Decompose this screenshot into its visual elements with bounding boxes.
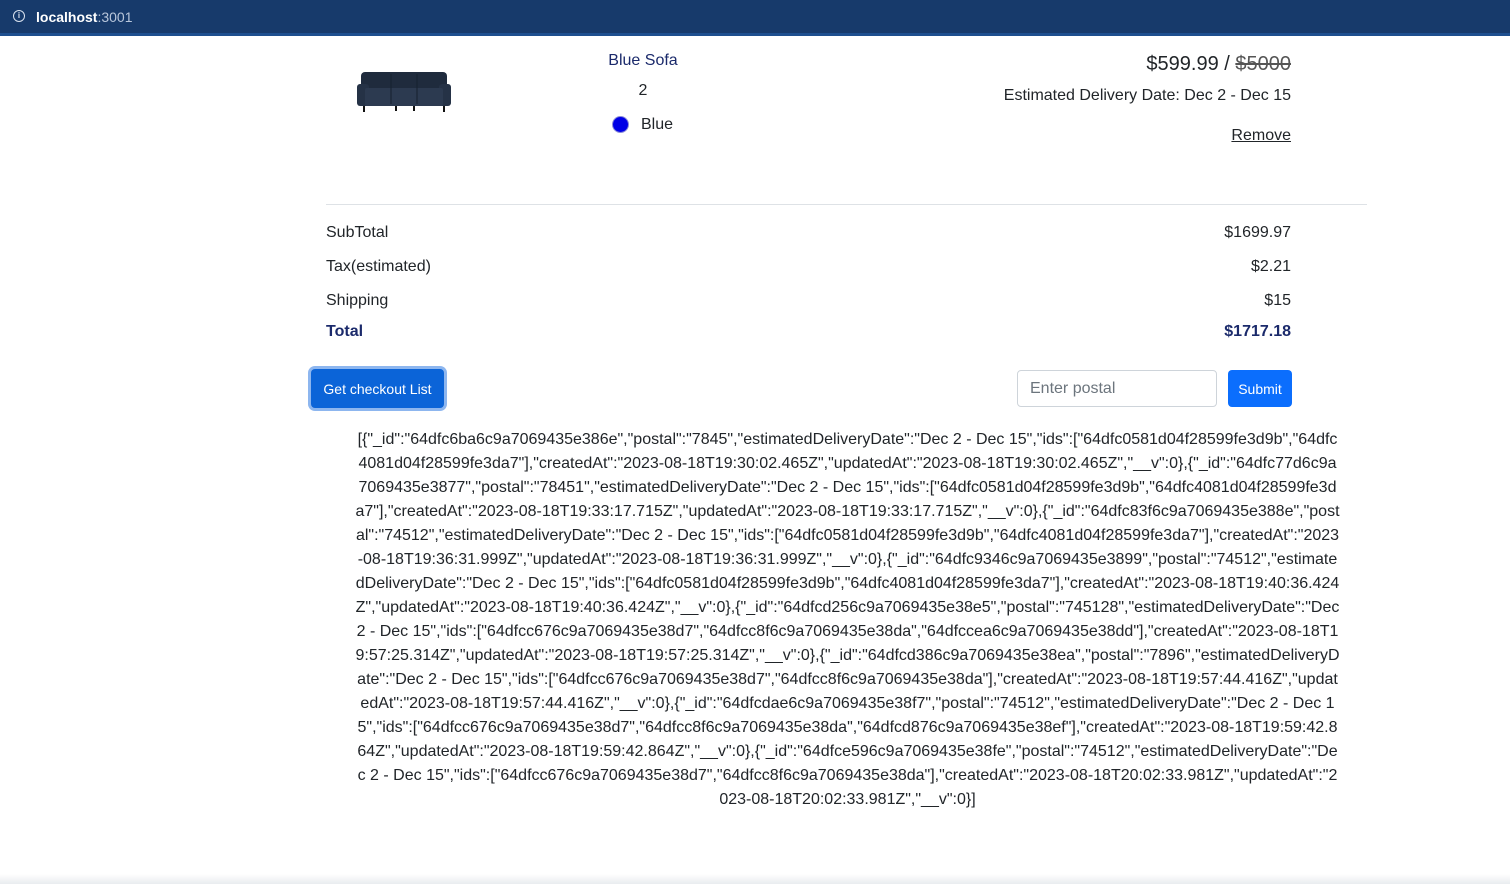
divider — [326, 204, 1367, 205]
shipping-row: Shipping $15 — [326, 292, 1291, 310]
page-bottom-edge — [0, 874, 1510, 884]
tax-value: $2.21 — [1250, 258, 1291, 275]
tax-row: Tax(estimated) $2.21 — [326, 258, 1291, 276]
total-label: Total — [326, 323, 364, 340]
original-price: $5000 — [1235, 53, 1291, 75]
url-host: localhost — [36, 9, 98, 25]
tax-label: Tax(estimated) — [326, 258, 431, 275]
submit-button[interactable]: Submit — [1228, 370, 1292, 407]
product-quantity: 2 — [638, 82, 648, 99]
product-name: Blue Sofa — [608, 52, 678, 69]
shipping-label: Shipping — [326, 292, 389, 309]
estimated-delivery: Estimated Delivery Date: Dec 2 - Dec 15 — [1003, 87, 1291, 104]
total-row: Total $1717.18 — [326, 323, 1291, 341]
subtotal-row: SubTotal $1699.97 — [326, 224, 1291, 242]
price-line: $599.99 / $5000 — [1146, 53, 1291, 76]
url-port: :3001 — [97, 9, 133, 25]
subtotal-label: SubTotal — [326, 224, 389, 241]
browser-address-bar[interactable]: i localhost:3001 — [0, 0, 1510, 36]
postal-input[interactable] — [1017, 370, 1217, 407]
checkout-list-output: [{"_id":"64dfc6ba6c9a7069435e386e","post… — [355, 431, 1340, 808]
color-swatch — [612, 116, 629, 133]
remove-link[interactable]: Remove — [1231, 127, 1291, 145]
url-text[interactable]: localhost:3001 — [36, 9, 133, 25]
subtotal-value: $1699.97 — [1224, 224, 1291, 241]
sofa-product-image — [357, 72, 451, 112]
total-value: $1717.18 — [1224, 323, 1291, 340]
color-label: Blue — [641, 116, 674, 133]
info-icon[interactable]: i — [13, 10, 25, 22]
current-price: $599.99 / — [1146, 53, 1236, 75]
get-checkout-list-button[interactable]: Get checkout List — [311, 369, 444, 408]
shipping-value: $15 — [1264, 292, 1291, 309]
